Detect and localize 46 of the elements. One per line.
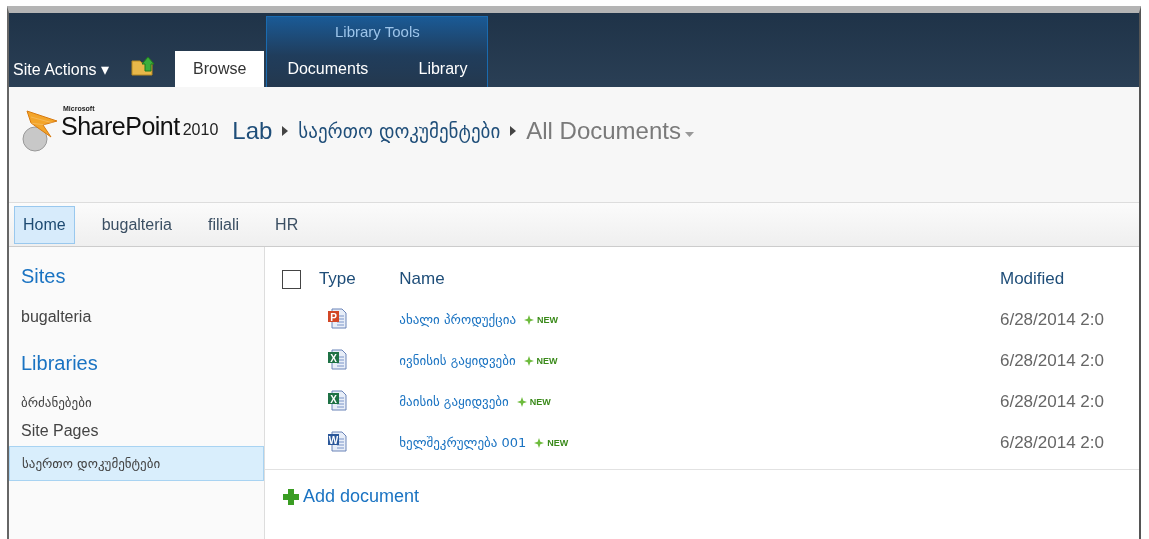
breadcrumb-arrow-icon: [282, 126, 289, 136]
modified-date: 6/28/2014 2:0: [1000, 432, 1105, 453]
file-link[interactable]: მაისის გაყიდვები: [399, 394, 509, 409]
plus-icon[interactable]: [283, 488, 299, 505]
new-label: NEW: [536, 355, 558, 366]
product-name: SharePoint: [61, 112, 180, 141]
sparkle-icon: [523, 355, 534, 366]
sidebar-item[interactable]: ბრძანებები: [9, 389, 264, 416]
new-label: NEW: [547, 437, 569, 448]
nav-tab[interactable]: HR: [266, 205, 308, 244]
file-link[interactable]: ივნისის გაყიდვები: [399, 353, 516, 368]
sidebar-item[interactable]: Site Pages: [9, 416, 264, 446]
ribbon-tab[interactable]: Library: [398, 51, 488, 87]
view-selector[interactable]: All Documents: [526, 117, 681, 145]
nav-tab[interactable]: filiali: [198, 205, 249, 244]
ribbon-tab[interactable]: Documents: [267, 51, 389, 87]
column-header[interactable]: Type: [318, 269, 400, 289]
ribbon-tab[interactable]: Browse: [175, 51, 265, 87]
sidebar-item[interactable]: bugalteria: [9, 302, 264, 332]
dropdown-icon[interactable]: [684, 131, 694, 137]
column-header[interactable]: Name: [399, 269, 1000, 289]
breadcrumb-link[interactable]: Lab: [232, 117, 273, 145]
sidebar-item[interactable]: საერთო დოკუმენტები: [9, 446, 264, 481]
version-label: 2010: [182, 121, 219, 139]
sparkle-icon: [534, 437, 545, 448]
breadcrumb-arrow-icon: [510, 126, 517, 136]
modified-date: 6/28/2014 2:0: [1000, 350, 1105, 371]
section-heading[interactable]: Sites: [9, 265, 264, 302]
new-label: NEW: [529, 396, 551, 407]
nav-tab[interactable]: bugalteria: [92, 205, 181, 244]
sparkle-icon: [524, 314, 534, 325]
select-all-checkbox[interactable]: [282, 269, 301, 289]
new-label: NEW: [537, 314, 558, 325]
group-title: Library Tools: [334, 22, 421, 40]
file-link[interactable]: ახალი პროდუქცია: [399, 312, 516, 327]
file-link[interactable]: ხელშეკრულება 001: [399, 435, 527, 450]
section-heading[interactable]: Libraries: [9, 352, 264, 389]
logo-icon: [19, 107, 59, 153]
add-document-link[interactable]: Add document: [303, 486, 420, 507]
modified-date: 6/28/2014 2:0: [1000, 391, 1105, 412]
site-actions-menu[interactable]: Site Actions ▾: [9, 59, 124, 87]
breadcrumb-link[interactable]: საერთო დოკუმენტები: [298, 120, 501, 142]
modified-date: 6/28/2014 2:0: [1000, 309, 1105, 330]
column-header[interactable]: Modified: [1000, 269, 1139, 289]
nav-tab[interactable]: Home: [14, 205, 75, 244]
sparkle-icon: [516, 396, 527, 407]
